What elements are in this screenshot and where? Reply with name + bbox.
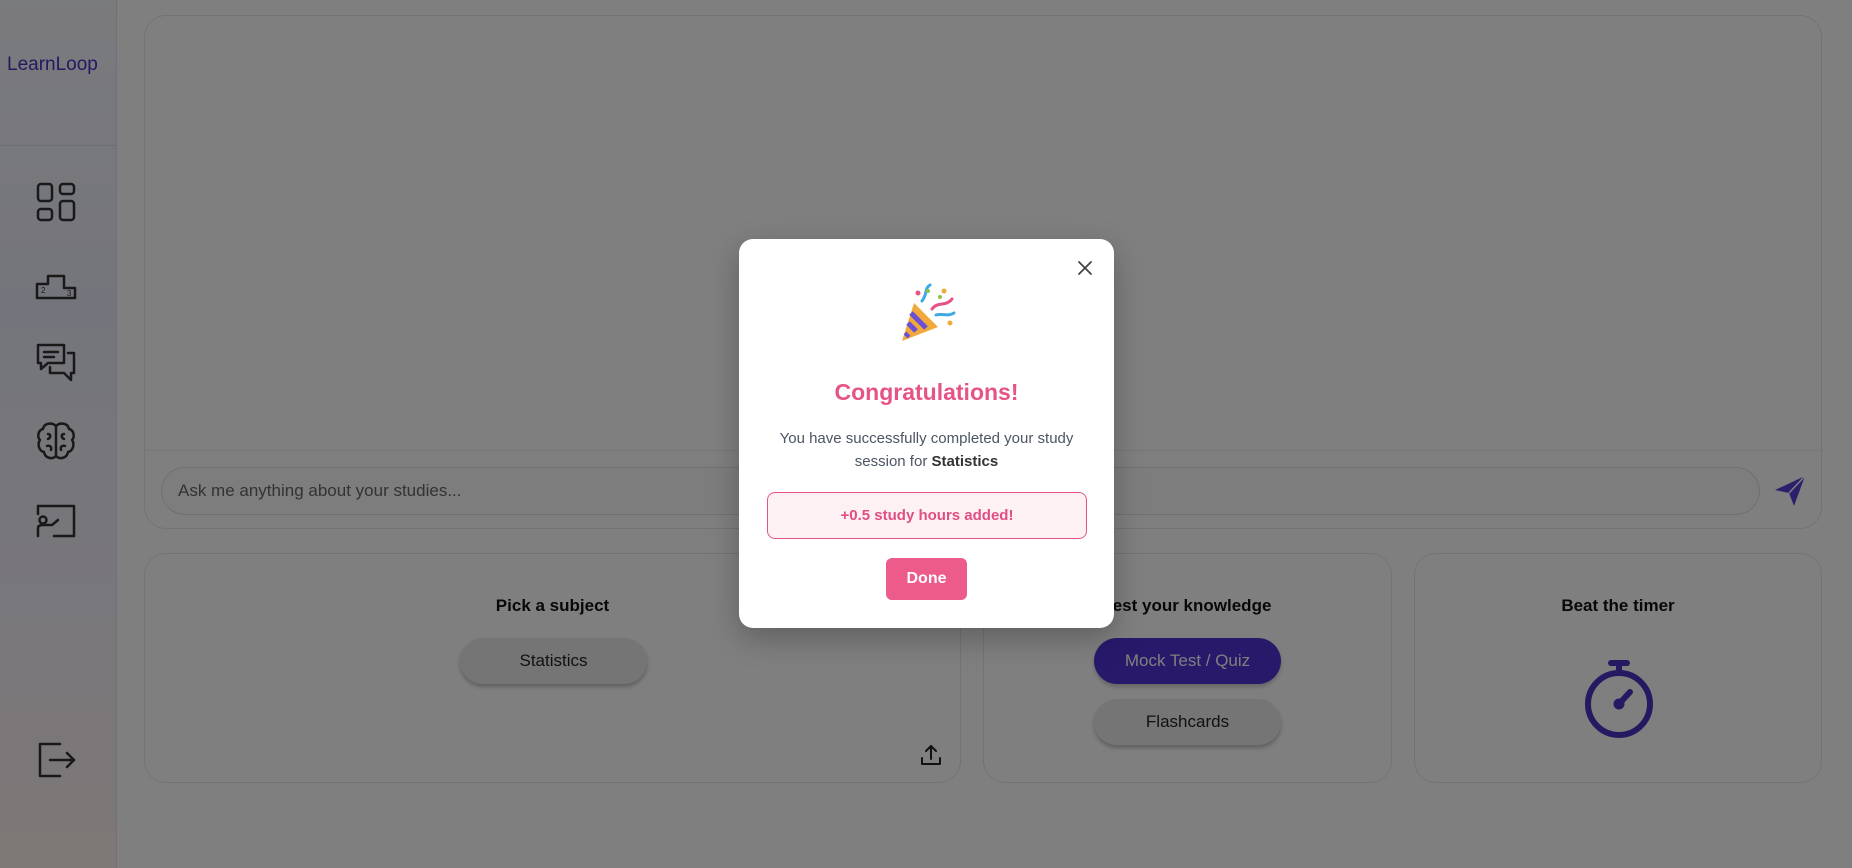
modal-message-text: You have successfully completed your stu… xyxy=(779,430,1074,470)
done-button[interactable]: Done xyxy=(886,558,967,600)
reward-banner: +0.5 study hours added! xyxy=(767,492,1087,539)
close-icon[interactable] xyxy=(1074,257,1096,279)
reward-text: +0.5 study hours added! xyxy=(840,507,1014,524)
congratulations-modal: Congratulations! You have successfully c… xyxy=(739,239,1114,628)
party-popper-icon xyxy=(894,283,958,347)
modal-message: You have successfully completed your stu… xyxy=(773,427,1080,473)
modal-subject: Statistics xyxy=(931,453,999,470)
modal-title: Congratulations! xyxy=(834,379,1019,405)
